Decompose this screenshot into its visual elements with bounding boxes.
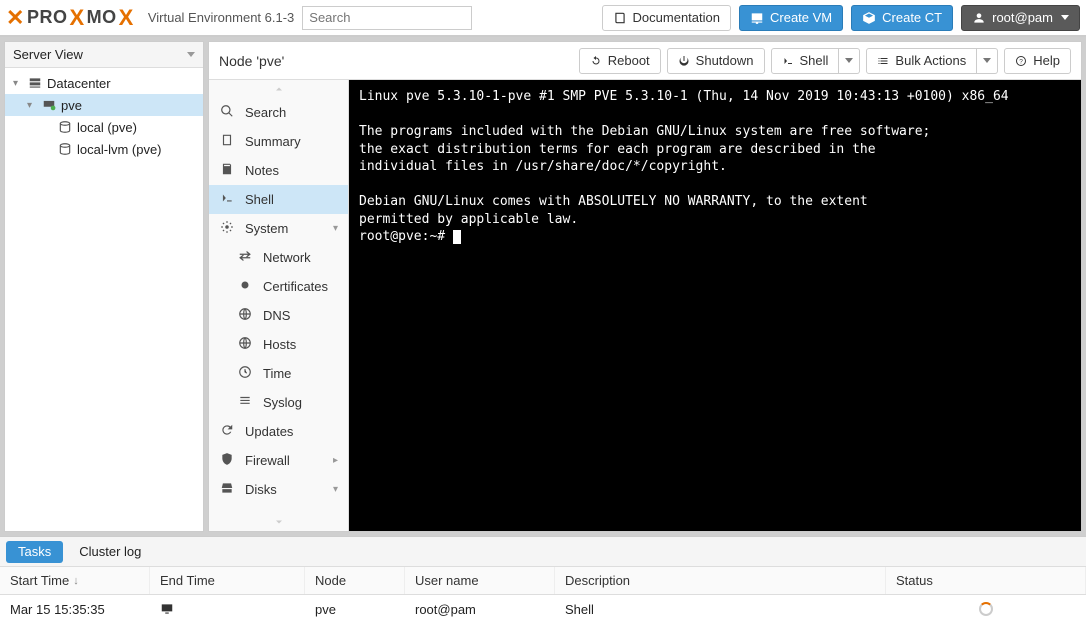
node-icon — [41, 98, 57, 112]
menu-icon — [877, 55, 889, 67]
reboot-button[interactable]: Reboot — [579, 48, 661, 74]
nav-firewall[interactable]: Firewall▸ — [209, 446, 348, 475]
sort-desc-icon: ↓ — [73, 575, 79, 587]
notes-icon — [219, 162, 235, 179]
tab-tasks[interactable]: Tasks — [6, 541, 63, 563]
terminal-cursor — [453, 230, 461, 244]
nav-updates[interactable]: Updates — [209, 417, 348, 446]
chevron-down-icon — [845, 58, 853, 63]
subnav-scroll-up[interactable] — [209, 80, 348, 98]
terminal-icon — [782, 55, 794, 67]
chevron-down-icon — [187, 52, 195, 57]
nav-shell[interactable]: Shell — [209, 185, 348, 214]
shield-icon — [219, 452, 235, 469]
server-icon — [27, 76, 43, 90]
task-start-time: Mar 15 15:35:35 — [0, 602, 150, 617]
shell-terminal[interactable]: Linux pve 5.3.10-1-pve #1 SMP PVE 5.3.10… — [349, 80, 1081, 531]
nav-dns[interactable]: DNS — [209, 301, 348, 330]
col-user[interactable]: User name — [405, 567, 555, 594]
help-button[interactable]: ? Help — [1004, 48, 1071, 74]
tree-node-local-lvm[interactable]: local-lvm (pve) — [5, 138, 203, 160]
nav-search[interactable]: Search — [209, 98, 348, 127]
subnav-scroll-down[interactable] — [209, 513, 348, 531]
list-icon — [237, 394, 253, 411]
bulk-actions-button[interactable]: Bulk Actions — [866, 48, 977, 74]
help-icon: ? — [1015, 55, 1027, 67]
nav-certificates[interactable]: Certificates — [209, 272, 348, 301]
book-icon — [219, 133, 235, 150]
bulk-dropdown-button[interactable] — [977, 48, 998, 74]
col-start-time[interactable]: Start Time↓ — [0, 567, 150, 594]
task-grid-header: Start Time↓ End Time Node User name Desc… — [0, 567, 1086, 595]
col-node[interactable]: Node — [305, 567, 405, 594]
chevron-down-icon: ▾ — [333, 223, 338, 234]
book-icon — [613, 11, 627, 25]
globe-icon — [237, 307, 253, 324]
svg-text:?: ? — [1019, 58, 1023, 65]
server-view-selector[interactable]: Server View — [5, 42, 203, 68]
exchange-icon — [237, 249, 253, 266]
tab-cluster-log[interactable]: Cluster log — [67, 541, 153, 563]
chevron-down-icon — [983, 58, 991, 63]
nav-syslog[interactable]: Syslog — [209, 388, 348, 417]
refresh-icon — [219, 423, 235, 440]
clock-icon — [237, 365, 253, 382]
globe-icon — [237, 336, 253, 353]
chevron-up-icon — [273, 83, 285, 95]
nav-system[interactable]: System▾ — [209, 214, 348, 243]
loading-spinner-icon — [979, 602, 993, 616]
create-ct-button[interactable]: Create CT — [851, 5, 953, 31]
user-icon — [972, 11, 986, 25]
logo: ✕PROXMOX — [6, 5, 134, 31]
tree-node-local[interactable]: local (pve) — [5, 116, 203, 138]
storage-icon — [57, 120, 73, 134]
shell-button[interactable]: Shell — [771, 48, 840, 74]
terminal-icon — [219, 191, 235, 208]
task-description: Shell — [555, 602, 886, 617]
tree-node-datacenter[interactable]: ▾ Datacenter — [5, 72, 203, 94]
cube-icon — [862, 11, 876, 25]
chevron-down-icon: ▾ — [333, 484, 338, 495]
col-description[interactable]: Description — [555, 567, 886, 594]
certificate-icon — [237, 278, 253, 295]
nav-disks[interactable]: Disks▾ — [209, 475, 348, 504]
task-user: root@pam — [405, 602, 555, 617]
search-icon — [219, 104, 235, 121]
page-title: Node 'pve' — [219, 53, 573, 69]
task-end-time — [150, 602, 305, 616]
storage-icon — [57, 142, 73, 156]
nav-hosts[interactable]: Hosts — [209, 330, 348, 359]
user-menu-button[interactable]: root@pam — [961, 5, 1080, 31]
tree-node-pve[interactable]: ▾ pve — [5, 94, 203, 116]
desktop-icon — [750, 11, 764, 25]
task-node: pve — [305, 602, 405, 617]
col-end-time[interactable]: End Time — [150, 567, 305, 594]
create-vm-button[interactable]: Create VM — [739, 5, 843, 31]
shutdown-button[interactable]: Shutdown — [667, 48, 765, 74]
task-status — [886, 602, 1086, 616]
search-input[interactable] — [302, 6, 472, 30]
nav-time[interactable]: Time — [209, 359, 348, 388]
shell-dropdown-button[interactable] — [839, 48, 860, 74]
chevron-down-icon — [1061, 15, 1069, 20]
power-icon — [678, 55, 690, 67]
nav-summary[interactable]: Summary — [209, 127, 348, 156]
documentation-button[interactable]: Documentation — [602, 5, 731, 31]
col-status[interactable]: Status — [886, 567, 1086, 594]
chevron-down-icon — [273, 516, 285, 528]
undo-icon — [590, 55, 602, 67]
nav-network[interactable]: Network — [209, 243, 348, 272]
hdd-icon — [219, 481, 235, 498]
desktop-icon — [160, 602, 174, 616]
chevron-right-icon: ▸ — [333, 455, 338, 466]
version-label: Virtual Environment 6.1-3 — [148, 10, 294, 25]
task-row[interactable]: Mar 15 15:35:35 pve root@pam Shell — [0, 595, 1086, 623]
search-container — [302, 6, 472, 30]
resource-tree: ▾ Datacenter ▾ pve — [5, 68, 203, 531]
expand-icon[interactable]: ▾ — [13, 78, 23, 89]
gears-icon — [219, 220, 235, 237]
expand-icon[interactable]: ▾ — [27, 100, 37, 111]
nav-notes[interactable]: Notes — [209, 156, 348, 185]
